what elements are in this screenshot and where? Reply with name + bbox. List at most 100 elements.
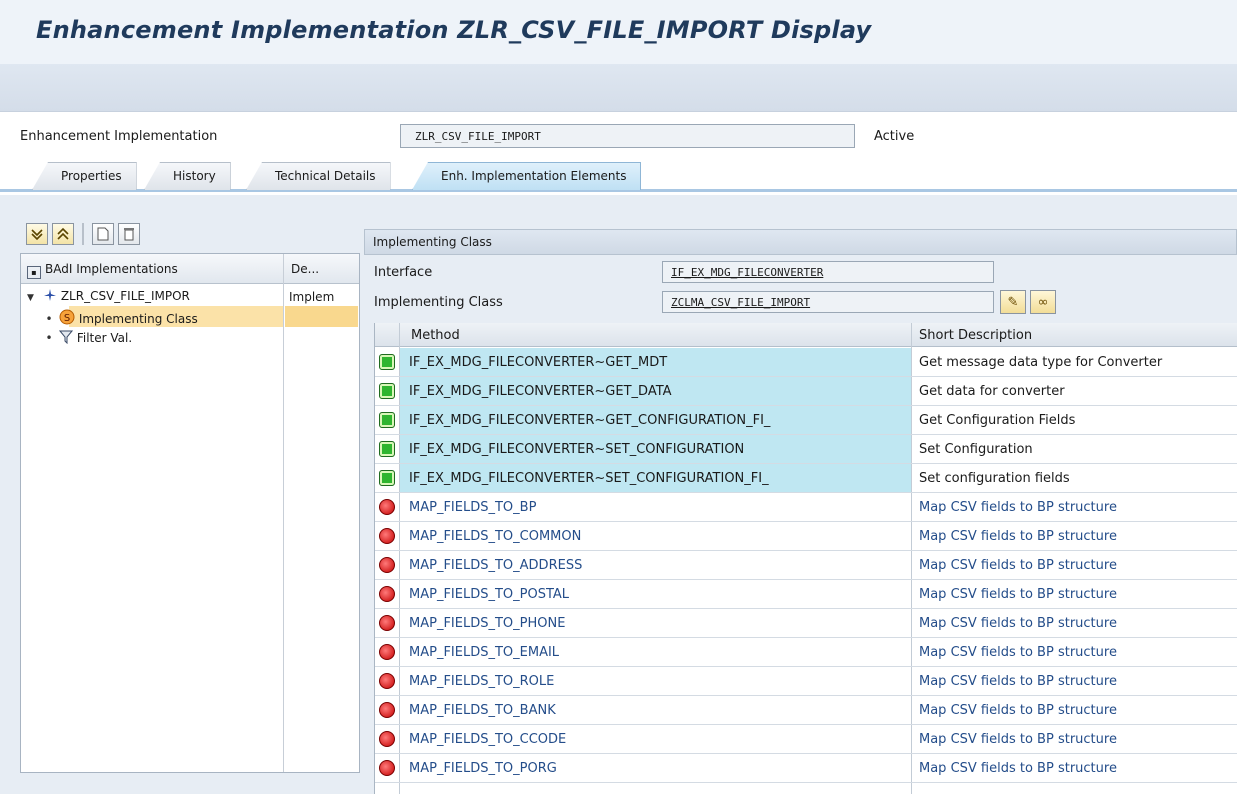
method-description: Get data for converter (919, 384, 1065, 399)
method-name[interactable]: MAP_FIELDS_TO_COMMON (409, 529, 581, 544)
method-description: Get Configuration Fields (919, 413, 1076, 428)
work-area: ▪ BAdI Implementations De... ▼ ZLR_CSV_FI… (0, 195, 1237, 794)
implemented-status-icon (379, 441, 395, 457)
table-row[interactable]: MAP_FIELDS_TO_ADDRESS Map CSV fields to B… (375, 551, 1237, 580)
method-name[interactable]: IF_EX_MDG_FILECONVERTER~SET_CONFIGURATIO… (409, 442, 745, 457)
not-implemented-status-icon (379, 557, 395, 573)
tree-selection-desc-highlight (285, 306, 358, 327)
table-row[interactable]: MAP_FIELDS_TO_COMMON Map CSV fields to BP… (375, 522, 1237, 551)
window-title: Enhancement Implementation ZLR_CSV_FILE_… (36, 16, 872, 44)
method-name[interactable]: MAP_FIELDS_TO_POSTAL (409, 587, 569, 602)
method-description: Map CSV fields to BP structure (919, 732, 1117, 747)
method-description: Map CSV fields to BP structure (919, 616, 1117, 631)
tree-node-implementing-class[interactable]: • S Implementing Class (43, 309, 198, 329)
method-description: Map CSV fields to BP structure (919, 674, 1117, 689)
tab-properties[interactable]: Properties (32, 162, 137, 190)
chevron-down-icon[interactable]: ▼ (27, 293, 39, 303)
not-implemented-status-icon (379, 528, 395, 544)
tree-column-divider (283, 254, 284, 772)
table-row[interactable]: MAP_FIELDS_TO_POSTAL Map CSV fields to BP… (375, 580, 1237, 609)
method-name[interactable]: MAP_FIELDS_TO_PORG (409, 761, 557, 776)
method-name[interactable]: MAP_FIELDS_TO_BP (409, 500, 536, 515)
table-row[interactable]: MAP_FIELDS_TO_EMAIL Map CSV fields to BP … (375, 638, 1237, 667)
badi-plane-icon (43, 289, 56, 301)
interface-field[interactable]: IF_EX_MDG_FILECONVERTER (662, 261, 994, 283)
tree-node-badi[interactable]: ▼ ZLR_CSV_FILE_IMPOR (27, 288, 190, 308)
method-description: Map CSV fields to BP structure (919, 703, 1117, 718)
method-description: Map CSV fields to BP structure (919, 761, 1117, 776)
table-row[interactable]: IF_EX_MDG_FILECONVERTER~SET_CONFIGURATIO… (375, 464, 1237, 493)
method-name[interactable]: MAP_FIELDS_TO_BANK (409, 703, 556, 718)
implemented-status-icon (379, 412, 395, 428)
status-text: Active (874, 129, 915, 144)
method-name[interactable]: IF_EX_MDG_FILECONVERTER~SET_CONFIGURATIO… (409, 471, 769, 486)
tab-enh-implementation-elements[interactable]: Enh. Implementation Elements (412, 162, 642, 190)
svg-text:S: S (64, 313, 70, 324)
table-row[interactable]: MAP_FIELDS_TO_BP Map CSV fields to BP str… (375, 493, 1237, 522)
tree-node-badi-desc: Implem (289, 290, 335, 304)
tab-technical-details[interactable]: Technical Details (246, 162, 391, 190)
method-description: Map CSV fields to BP structure (919, 558, 1117, 573)
panel-title: Implementing Class (373, 235, 492, 249)
table-row[interactable]: MAP_FIELDS_TO_ROLE Map CSV fields to BP s… (375, 667, 1237, 696)
column-method[interactable]: Method (411, 328, 460, 343)
tree-node-filter-values[interactable]: • Filter Val. (43, 330, 132, 350)
implemented-status-icon (379, 354, 395, 370)
delete-icon[interactable] (118, 223, 140, 245)
display-glasses-icon[interactable]: ∞ (1030, 290, 1056, 314)
not-implemented-status-icon (379, 615, 395, 631)
class-label: Implementing Class (374, 295, 503, 310)
method-name[interactable]: MAP_FIELDS_TO_PHONE (409, 616, 565, 631)
tree-structure-icon: ▪ (27, 266, 41, 279)
method-description: Get message data type for Converter (919, 355, 1163, 370)
table-row[interactable]: IF_EX_MDG_FILECONVERTER~GET_DATA Get data… (375, 377, 1237, 406)
method-description: Map CSV fields to BP structure (919, 529, 1117, 544)
method-name[interactable]: MAP_FIELDS_TO_ADDRESS (409, 558, 582, 573)
badi-tree: ▪ BAdI Implementations De... ▼ ZLR_CSV_FI… (20, 253, 360, 773)
edit-pencil-icon[interactable]: ✎ (1000, 290, 1026, 314)
toolbar-separator (82, 223, 84, 245)
interface-row: Interface IF_EX_MDG_FILECONVERTER (364, 259, 1237, 285)
panel-header: Implementing Class (364, 229, 1237, 255)
table-row[interactable]: MAP_FIELDS_TO_PHONE Map CSV fields to BP … (375, 609, 1237, 638)
method-name[interactable]: IF_EX_MDG_FILECONVERTER~GET_DATA (409, 384, 672, 399)
method-description: Set Configuration (919, 442, 1033, 457)
method-name[interactable]: MAP_FIELDS_TO_ROLE (409, 674, 554, 689)
class-field[interactable]: ZCLMA_CSV_FILE_IMPORT (662, 291, 994, 313)
method-description: Map CSV fields to BP structure (919, 587, 1117, 602)
collapse-all-icon[interactable] (52, 223, 74, 245)
tree-column-badi[interactable]: ▪ BAdI Implementations (27, 262, 178, 279)
table-row[interactable]: MAP_FIELDS_TO_PORG Map CSV fields to BP s… (375, 754, 1237, 783)
application-toolbar (0, 64, 1237, 112)
class-row: Implementing Class ZCLMA_CSV_FILE_IMPORT… (364, 289, 1237, 315)
method-description: Map CSV fields to BP structure (919, 645, 1117, 660)
table-row[interactable]: MAP_FIELDS_TO_BANK Map CSV fields to BP s… (375, 696, 1237, 725)
enhancement-implementation-field[interactable]: ZLR_CSV_FILE_IMPORT (400, 124, 855, 148)
method-name[interactable]: IF_EX_MDG_FILECONVERTER~GET_MDT (409, 355, 668, 370)
implementing-class-panel: Implementing Class Interface IF_EX_MDG_F… (364, 229, 1237, 794)
expand-all-icon[interactable] (26, 223, 48, 245)
table-row[interactable]: IF_EX_MDG_FILECONVERTER~GET_CONFIGURATIO… (375, 406, 1237, 435)
not-implemented-status-icon (379, 586, 395, 602)
method-name[interactable]: IF_EX_MDG_FILECONVERTER~GET_CONFIGURATIO… (409, 413, 771, 428)
tab-strip: Properties History Technical Details Enh… (0, 158, 1237, 192)
not-implemented-status-icon (379, 702, 395, 718)
method-name[interactable]: MAP_FIELDS_TO_EMAIL (409, 645, 559, 660)
method-name[interactable]: MAP_FIELDS_TO_CCODE (409, 732, 566, 747)
implemented-status-icon (379, 383, 395, 399)
tree-column-description[interactable]: De... (291, 262, 319, 276)
table-row[interactable]: IF_EX_MDG_FILECONVERTER~SET_CONFIGURATIO… (375, 435, 1237, 464)
method-description: Set configuration fields (919, 471, 1070, 486)
not-implemented-status-icon (379, 760, 395, 776)
interface-label: Interface (374, 265, 433, 280)
tab-history[interactable]: History (144, 162, 231, 190)
header-label: Enhancement Implementation (20, 129, 218, 144)
new-document-icon[interactable] (92, 223, 114, 245)
column-short-description[interactable]: Short Description (919, 328, 1032, 343)
not-implemented-status-icon (379, 644, 395, 660)
table-row[interactable]: IF_EX_MDG_FILECONVERTER~GET_MDT Get messa… (375, 348, 1237, 377)
table-row[interactable]: MAP_FIELDS_TO_CCODE Map CSV fields to BP … (375, 725, 1237, 754)
not-implemented-status-icon (379, 499, 395, 515)
methods-grid: Method Short Description IF_EX_MDG_FILEC… (374, 323, 1237, 794)
tree-toolbar (26, 223, 140, 247)
